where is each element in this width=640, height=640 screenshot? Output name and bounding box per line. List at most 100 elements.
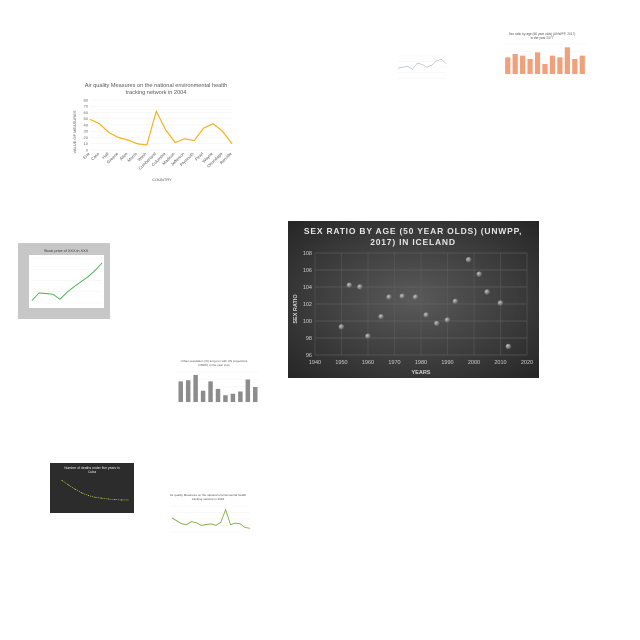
- bar: [512, 54, 518, 74]
- sex-ratio-bar-chart-thumbnail[interactable]: Sex ratio by age (60 year olds) (UNWPP, …: [490, 30, 590, 96]
- data-point: [210, 523, 212, 525]
- urban-population-chart-thumbnail[interactable]: Urban population (%) long-run with UN pr…: [165, 358, 263, 420]
- stock-price-chart-thumbnail[interactable]: Stock price of XXX in XXX: [18, 243, 110, 319]
- data-point: [397, 67, 399, 69]
- y-axis-label: VALUE OF MEASURES: [72, 110, 77, 153]
- x-tick-label: 1970: [388, 360, 400, 366]
- chart-title-line-1: SEX RATIO BY AGE (50 YEAR OLDS) (UNWPP,: [304, 226, 522, 236]
- y-tick-label: 20: [84, 135, 89, 140]
- data-point: [181, 523, 183, 525]
- data-point: [407, 65, 408, 67]
- data-point: [94, 270, 96, 271]
- data-point: [249, 527, 251, 529]
- data-point: [231, 143, 233, 145]
- bar: [564, 47, 570, 74]
- data-point: [412, 294, 419, 300]
- data-point: [165, 129, 167, 131]
- y-tick-label: 30: [84, 129, 89, 134]
- deaths-under-five-chart-thumbnail[interactable]: Number of deaths under five years in Cub…: [50, 463, 134, 513]
- data-point: [94, 496, 96, 498]
- data-point: [423, 312, 430, 318]
- data-point: [87, 495, 89, 497]
- data-point: [127, 499, 129, 501]
- data-point: [244, 527, 246, 528]
- data-point: [120, 499, 122, 501]
- x-tick-label: 1950: [335, 360, 347, 366]
- data-point: [444, 317, 451, 323]
- chart-title-line-2: (OWID) in the year xxxx: [198, 363, 230, 367]
- y-tick-label: 80: [84, 97, 89, 102]
- data-point: [174, 142, 176, 143]
- y-tick-label: 70: [84, 104, 89, 109]
- bar: [245, 379, 251, 402]
- air-quality-green-chart-thumbnail[interactable]: Air quality Measures on the national env…: [158, 492, 254, 550]
- x-tick-label: 1940: [309, 360, 321, 366]
- air-quality-green-chart: Air quality Measures on the national env…: [170, 493, 251, 533]
- bar: [534, 52, 541, 74]
- x-tick-label: 1960: [362, 360, 374, 366]
- stock-price-chart: Stock price of XXX in XXX: [29, 249, 104, 308]
- bar: [193, 375, 198, 402]
- data-point: [434, 320, 440, 327]
- data-point: [431, 64, 432, 66]
- bar: [178, 381, 183, 402]
- sex-ratio-scatter-chart-panel[interactable]: SEX RATIO BY AGE (50 YEAR OLDS) (UNWPP, …: [288, 221, 539, 378]
- x-axis-label: COUNTRY: [152, 177, 172, 182]
- data-point: [200, 525, 202, 526]
- data-point: [146, 144, 148, 146]
- bar: [253, 387, 258, 402]
- data-point: [196, 522, 197, 524]
- bar: [572, 59, 578, 74]
- data-point: [186, 524, 187, 525]
- data-point: [452, 298, 459, 305]
- data-point: [230, 524, 231, 525]
- air-quality-chart: Air quality Measures on the national env…: [72, 83, 233, 182]
- y-tick-label: 60: [84, 110, 89, 115]
- data-point: [45, 293, 47, 294]
- data-point: [89, 119, 91, 120]
- data-point: [235, 522, 236, 524]
- y-tick-label: 40: [84, 122, 89, 127]
- y-tick-label: 98: [306, 336, 312, 342]
- data-point: [357, 284, 363, 290]
- data-point: [73, 286, 75, 288]
- data-point: [440, 59, 442, 60]
- data-point: [399, 293, 406, 300]
- bar: [238, 391, 243, 402]
- data-point: [66, 291, 68, 293]
- urban-population-chart: Urban population (%) long-run with UN pr…: [177, 359, 259, 403]
- data-point: [212, 123, 214, 125]
- bar: [208, 381, 213, 402]
- y-tick-label: 50: [84, 116, 89, 121]
- data-point: [107, 498, 109, 500]
- data-point: [193, 140, 195, 141]
- bar: [549, 55, 556, 74]
- data-point: [378, 313, 385, 320]
- y-tick-label: 108: [303, 251, 312, 257]
- data-point: [346, 282, 353, 289]
- x-tick-label: 1980: [415, 360, 427, 366]
- x-tick-label: 1990: [441, 360, 453, 366]
- bar: [185, 380, 191, 402]
- y-tick-label: 106: [303, 268, 312, 274]
- data-point: [101, 262, 103, 264]
- y-tick-label: 96: [306, 353, 312, 359]
- chart-title-line-2: tracking network in 2004: [192, 497, 225, 501]
- data-point: [68, 484, 70, 486]
- data-point: [74, 488, 76, 490]
- data-point: [365, 333, 371, 340]
- bar: [200, 390, 206, 402]
- data-point: [205, 524, 207, 525]
- bar: [223, 395, 228, 402]
- small-line-chart-thumbnail[interactable]: [388, 48, 450, 88]
- y-tick-label: 10: [84, 141, 89, 146]
- data-point: [80, 281, 82, 283]
- data-point: [118, 137, 119, 138]
- data-point: [220, 522, 222, 523]
- data-point: [222, 130, 223, 132]
- bar: [230, 393, 236, 402]
- air-quality-chart-thumbnail[interactable]: Air quality Measures on the national env…: [70, 78, 242, 184]
- data-point: [203, 127, 204, 129]
- data-point: [402, 66, 404, 68]
- data-point: [184, 138, 185, 140]
